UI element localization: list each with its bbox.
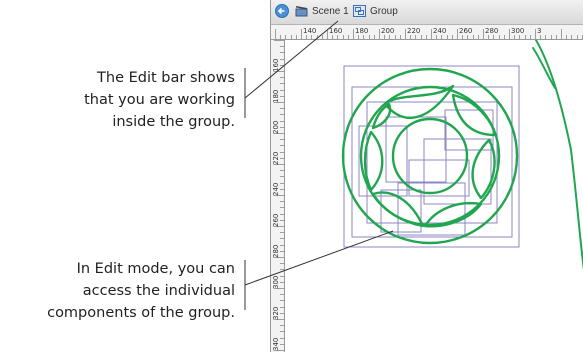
callout-edit-mode: In Edit mode, you can access the individ…: [47, 258, 235, 324]
callout-edit-bar-line-1: The Edit bar shows: [97, 70, 235, 86]
ruler-x-label: 220: [407, 27, 421, 35]
ruler-y-label: 220: [272, 151, 280, 165]
ruler-y-label: 300: [272, 275, 280, 289]
callout-edit-mode-line-3: components of the group.: [47, 305, 235, 321]
ruler-y-label: 280: [272, 244, 280, 258]
group-shapes[interactable]: [341, 40, 583, 271]
callout-edit-bar-line-3: inside the group.: [112, 114, 235, 130]
ruler-x-label: 240: [433, 27, 447, 35]
ruler-x-label: 180: [355, 27, 369, 35]
ruler-y-label: 200: [272, 120, 280, 134]
breadcrumb-scene[interactable]: Scene 1: [295, 5, 349, 17]
ruler-y-label: 240: [272, 182, 280, 196]
ruler-x-label: 3: [537, 27, 542, 35]
scene-clapper-icon: [295, 5, 308, 17]
callout-edit-bar: The Edit bar shows that you are working …: [84, 67, 235, 133]
ruler-y-label: 340: [272, 337, 280, 351]
ruler-x-label: 160: [329, 27, 343, 35]
breadcrumb-scene-label: Scene 1: [312, 5, 349, 17]
callout-edit-mode-line-2: access the individual: [82, 283, 235, 299]
stage-canvas[interactable]: [285, 40, 583, 352]
ruler-x-label: 280: [485, 27, 499, 35]
horizontal-ruler[interactable]: 140 160 180 200 220 240 260 280 300 3: [271, 25, 583, 40]
callout-edit-mode-line-1: In Edit mode, you can: [76, 261, 235, 277]
ruler-x-label: 140: [303, 27, 317, 35]
back-arrow-icon[interactable]: [275, 4, 289, 18]
edit-bar: Scene 1 Group: [271, 0, 583, 25]
ruler-y-label: 260: [272, 213, 280, 227]
stage-window: Scene 1 Group 140 160 180 200 220 240 260 280 30…: [270, 0, 583, 352]
callout-edit-bar-line-2: that you are working: [84, 92, 235, 108]
ruler-x-label: 260: [459, 27, 473, 35]
ruler-x-label: 300: [511, 27, 525, 35]
ruler-y-label: 160: [272, 58, 280, 72]
vertical-ruler[interactable]: 160 180 200 220 240 260 280 300 320 340: [271, 40, 285, 352]
ruler-y-label: 320: [272, 306, 280, 320]
ruler-x-label: 200: [381, 27, 395, 35]
ruler-y-label: 180: [272, 89, 280, 103]
group-icon: [353, 5, 366, 17]
breadcrumb-group[interactable]: Group: [353, 5, 398, 17]
breadcrumb-group-label: Group: [370, 5, 398, 17]
